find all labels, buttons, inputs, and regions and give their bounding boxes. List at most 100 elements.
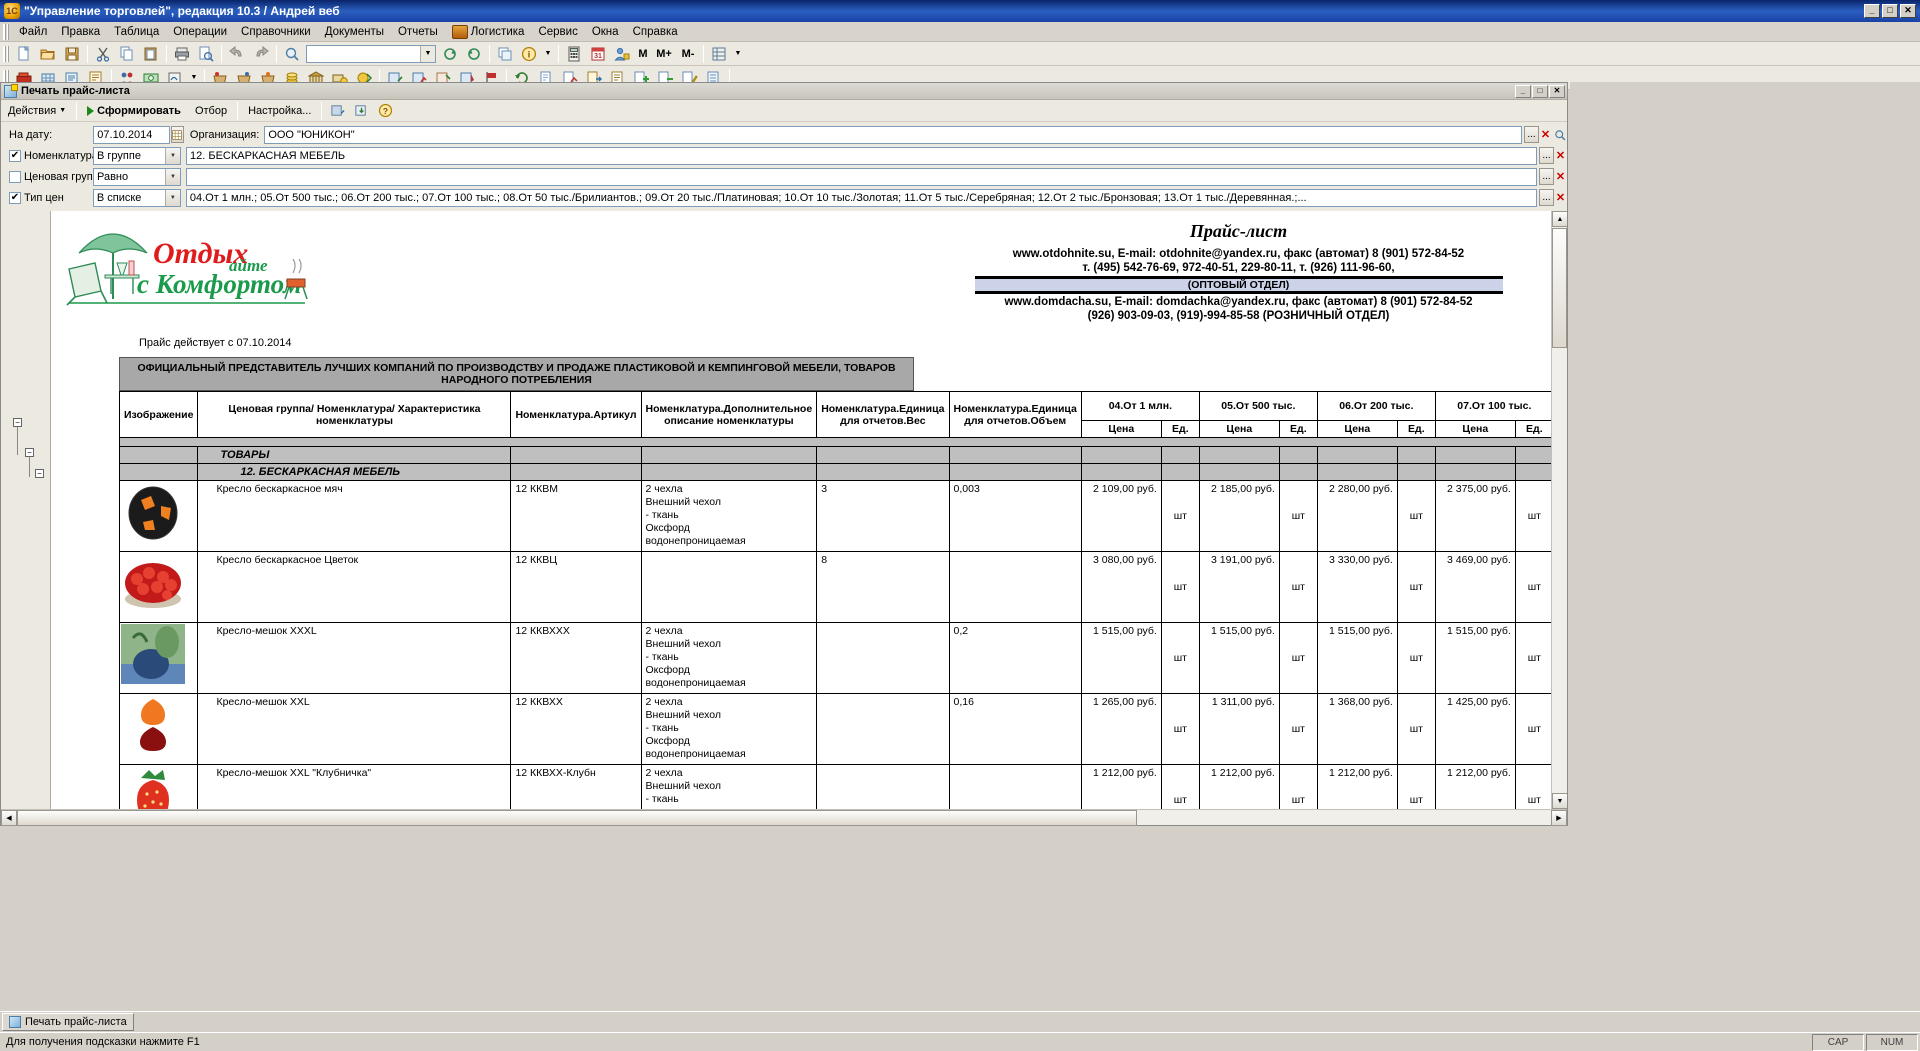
print-preview-icon[interactable] bbox=[195, 43, 217, 64]
toolbar-grip-1[interactable] bbox=[3, 45, 9, 62]
open-folder-icon[interactable] bbox=[37, 43, 59, 64]
window-controls[interactable]: _ □ ✕ bbox=[1864, 4, 1916, 18]
nomenclature-select-button[interactable]: ... bbox=[1539, 147, 1554, 164]
menu-grip[interactable] bbox=[3, 23, 9, 40]
windows-list-icon[interactable] bbox=[494, 43, 516, 64]
maximize-button[interactable]: □ bbox=[1882, 4, 1898, 18]
new-document-icon[interactable] bbox=[13, 43, 35, 64]
child-window-controls[interactable]: _ □ ✕ bbox=[1515, 84, 1567, 98]
price-group-select-button[interactable]: ... bbox=[1539, 168, 1554, 185]
menu-service[interactable]: Сервис bbox=[531, 24, 584, 40]
hscroll-thumb[interactable] bbox=[17, 810, 1137, 826]
date-input[interactable]: 07.10.2014 bbox=[93, 125, 170, 144]
dropdown-arrow-icon[interactable]: ▼ bbox=[542, 43, 554, 64]
actions-menu-button[interactable]: Действия ▼ bbox=[1, 102, 73, 120]
undo-icon[interactable] bbox=[226, 43, 248, 64]
price-group-value-input[interactable] bbox=[186, 167, 1537, 186]
menu-logistics[interactable]: Логистика bbox=[445, 23, 532, 41]
generate-report-button[interactable]: Сформировать bbox=[80, 102, 188, 120]
search-combo[interactable]: ▼ bbox=[306, 44, 436, 63]
menu-table[interactable]: Таблица bbox=[107, 24, 166, 40]
nomenclature-checkbox[interactable]: ✔ bbox=[9, 149, 21, 162]
menu-edit[interactable]: Правка bbox=[54, 24, 107, 40]
menu-directories[interactable]: Справочники bbox=[234, 24, 318, 40]
vscroll-thumb[interactable] bbox=[1552, 228, 1567, 348]
about-info-icon[interactable]: i bbox=[518, 43, 540, 64]
price-group-condition-select[interactable]: Равно ▼ bbox=[93, 167, 181, 186]
price-group-clear-button[interactable]: ✕ bbox=[1554, 168, 1567, 185]
save-icon[interactable] bbox=[61, 43, 83, 64]
redo-icon[interactable] bbox=[250, 43, 272, 64]
table-row[interactable]: Кресло бескаркасное мяч 12 ККВМ 2 чехла … bbox=[118, 480, 1567, 552]
child-minimize-button[interactable]: _ bbox=[1515, 84, 1531, 98]
table-row[interactable]: Кресло-мешок XXL "Клубничка" 12 ККВХХ-Кл… bbox=[118, 764, 1567, 809]
load-settings-icon[interactable] bbox=[350, 100, 372, 121]
scroll-right-button[interactable]: ▶ bbox=[1551, 810, 1567, 826]
organization-input[interactable]: ООО "ЮНИКОН" bbox=[264, 125, 1522, 144]
report-vertical-scrollbar[interactable]: ▲ ▼ bbox=[1551, 211, 1567, 809]
outline-toggle-level3[interactable]: − bbox=[35, 469, 44, 478]
settings-button[interactable]: Настройка... bbox=[241, 102, 318, 120]
structure-icon[interactable] bbox=[708, 43, 730, 64]
find-icon[interactable] bbox=[281, 43, 303, 64]
price-type-clear-button[interactable]: ✕ bbox=[1554, 189, 1567, 206]
price-type-condition-select[interactable]: В списке ▼ bbox=[92, 188, 181, 207]
filter-button[interactable]: Отбор bbox=[188, 102, 234, 120]
chevron-down-icon[interactable]: ▼ bbox=[165, 168, 180, 185]
search-next-icon[interactable] bbox=[439, 43, 461, 64]
memory-mplus-button[interactable]: M+ bbox=[653, 43, 675, 64]
menu-operations[interactable]: Операции bbox=[166, 24, 234, 40]
table-group-row-category[interactable]: 12. БЕСКАРКАСНАЯ МЕБЕЛЬ bbox=[118, 463, 1567, 481]
calendar-icon[interactable]: 31 bbox=[587, 43, 609, 64]
calendar-icon[interactable] bbox=[170, 126, 184, 143]
scroll-left-button[interactable]: ◀ bbox=[1, 810, 17, 826]
table-row[interactable]: Кресло бескаркасное Цветок 12 ККВЦ 8 3 0… bbox=[118, 551, 1567, 623]
report-horizontal-scrollbar[interactable]: ◀ ▶ bbox=[1, 809, 1567, 826]
table-row[interactable]: Кресло-мешок XXL 12 ККВХХ 2 чехла Внешни… bbox=[118, 693, 1567, 765]
help-icon[interactable]: ? bbox=[374, 100, 396, 121]
nomenclature-clear-button[interactable]: ✕ bbox=[1554, 147, 1567, 164]
cut-icon[interactable] bbox=[92, 43, 114, 64]
scroll-up-button[interactable]: ▲ bbox=[1552, 211, 1567, 227]
organization-clear-button[interactable]: ✕ bbox=[1539, 126, 1552, 143]
minimize-button[interactable]: _ bbox=[1864, 4, 1880, 18]
table-row[interactable]: Кресло-мешок XXXL 12 ККВХХХ 2 чехла Внеш… bbox=[118, 622, 1567, 694]
chevron-down-icon[interactable]: ▼ bbox=[164, 189, 180, 206]
menu-documents[interactable]: Документы bbox=[318, 24, 391, 40]
price-type-checkbox[interactable]: ✔ bbox=[9, 191, 21, 204]
menu-help[interactable]: Справка bbox=[626, 24, 685, 40]
menu-windows[interactable]: Окна bbox=[585, 24, 626, 40]
nomenclature-value-input[interactable]: 12. БЕСКАРКАСНАЯ МЕБЕЛЬ bbox=[186, 146, 1537, 165]
child-maximize-button[interactable]: □ bbox=[1532, 84, 1548, 98]
memory-m-button[interactable]: M bbox=[635, 43, 651, 64]
scroll-down-button[interactable]: ▼ bbox=[1552, 793, 1567, 809]
price-type-value-input[interactable]: 04.От 1 млн.; 05.От 500 тыс.; 06.От 200 … bbox=[185, 188, 1537, 207]
paste-icon[interactable] bbox=[140, 43, 162, 64]
magnifier-icon[interactable] bbox=[1552, 126, 1567, 143]
report-scroll-viewport[interactable]: Отдых айте с Комфортом Прайс-лист www.ot… bbox=[51, 211, 1567, 809]
menu-reports[interactable]: Отчеты bbox=[391, 24, 445, 40]
outline-toggle-level2[interactable]: − bbox=[25, 448, 34, 457]
price-type-select-button[interactable]: ... bbox=[1539, 189, 1554, 206]
user-lock-icon[interactable] bbox=[611, 43, 633, 64]
outline-toggle-level1[interactable]: − bbox=[13, 418, 22, 427]
settings-dropdown-icon[interactable]: ▼ bbox=[732, 43, 744, 64]
copy-icon[interactable] bbox=[116, 43, 138, 64]
menu-file[interactable]: Файл bbox=[12, 24, 54, 40]
taskbar-button-price-list[interactable]: Печать прайс-листа bbox=[2, 1013, 134, 1031]
table-group-row-goods[interactable]: ТОВАРЫ bbox=[118, 446, 1567, 464]
child-close-button[interactable]: ✕ bbox=[1549, 84, 1565, 98]
nomenclature-condition-select[interactable]: В группе ▼ bbox=[93, 146, 181, 165]
search-prev-icon[interactable] bbox=[463, 43, 485, 64]
search-input[interactable] bbox=[307, 46, 415, 61]
memory-mminus-button[interactable]: M- bbox=[677, 43, 699, 64]
price-group-checkbox[interactable] bbox=[9, 170, 21, 183]
chevron-down-icon[interactable]: ▼ bbox=[165, 147, 180, 164]
chevron-down-icon[interactable]: ▼ bbox=[420, 45, 435, 62]
organization-select-button[interactable]: ... bbox=[1524, 126, 1539, 143]
print-icon[interactable] bbox=[171, 43, 193, 64]
calculator-icon[interactable] bbox=[563, 43, 585, 64]
group-cell bbox=[640, 446, 818, 464]
save-settings-icon[interactable] bbox=[326, 100, 348, 121]
close-button[interactable]: ✕ bbox=[1900, 4, 1916, 18]
